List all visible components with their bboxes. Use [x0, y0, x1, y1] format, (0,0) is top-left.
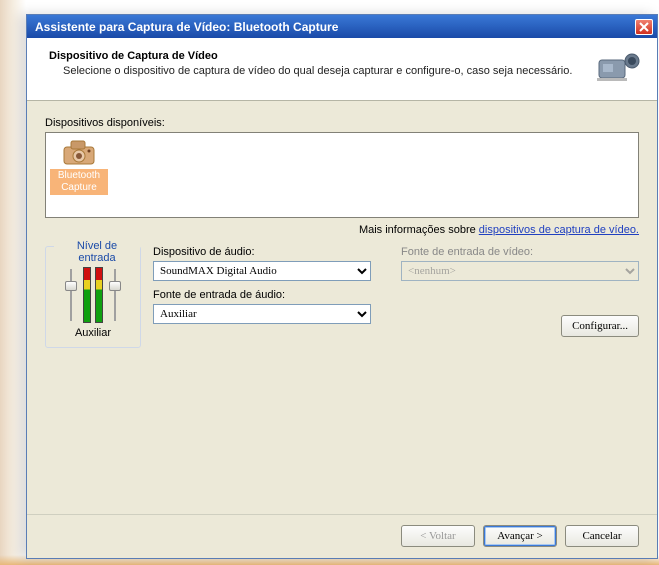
device-item-bluetooth-capture[interactable]: Bluetooth Capture — [50, 137, 108, 213]
vu-meter-left — [83, 267, 91, 323]
devices-label: Dispositivos disponíveis: — [45, 117, 639, 129]
audio-device-label: Dispositivo de áudio: — [153, 246, 371, 258]
back-button: < Voltar — [401, 525, 475, 547]
vu-meter-right — [95, 267, 103, 323]
next-button[interactable]: Avançar > — [483, 525, 557, 547]
titlebar: Assistente para Captura de Vídeo: Blueto… — [27, 15, 657, 38]
devices-listbox[interactable]: Bluetooth Capture — [45, 132, 639, 218]
input-level-group: Nível de entrada Auxiliar — [45, 246, 141, 348]
more-info-prefix: Mais informações sobre — [359, 224, 479, 236]
configure-button[interactable]: Configurar... — [561, 315, 639, 337]
camera-icon — [61, 137, 97, 167]
cancel-button[interactable]: Cancelar — [565, 525, 639, 547]
dialog-window: Assistente para Captura de Vídeo: Blueto… — [26, 14, 658, 559]
input-level-label: Auxiliar — [56, 327, 130, 339]
video-source-label: Fonte de entrada de vídeo: — [401, 246, 639, 258]
audio-device-select[interactable]: SoundMAX Digital Audio — [153, 261, 371, 281]
footer: < Voltar Avançar > Cancelar — [27, 514, 657, 558]
video-source-select: <nenhum> — [401, 261, 639, 281]
header-subtitle: Selecione o dispositivo de captura de ví… — [49, 65, 587, 77]
audio-source-select[interactable]: Auxiliar — [153, 304, 371, 324]
more-info-row: Mais informações sobre dispositivos de c… — [45, 224, 639, 236]
close-button[interactable] — [635, 19, 653, 35]
camcorder-icon — [595, 48, 643, 88]
close-icon — [639, 22, 649, 32]
device-item-label: Bluetooth Capture — [50, 169, 108, 195]
input-level-slider-left[interactable] — [63, 267, 79, 323]
more-info-link[interactable]: dispositivos de captura de vídeo. — [479, 224, 639, 236]
header-panel: Dispositivo de Captura de Vídeo Selecion… — [27, 38, 657, 101]
header-title: Dispositivo de Captura de Vídeo — [49, 50, 587, 62]
audio-source-label: Fonte de entrada de áudio: — [153, 289, 371, 301]
window-title: Assistente para Captura de Vídeo: Blueto… — [35, 20, 338, 34]
input-level-slider-right[interactable] — [107, 267, 123, 323]
input-level-legend: Nível de entrada — [54, 240, 140, 264]
